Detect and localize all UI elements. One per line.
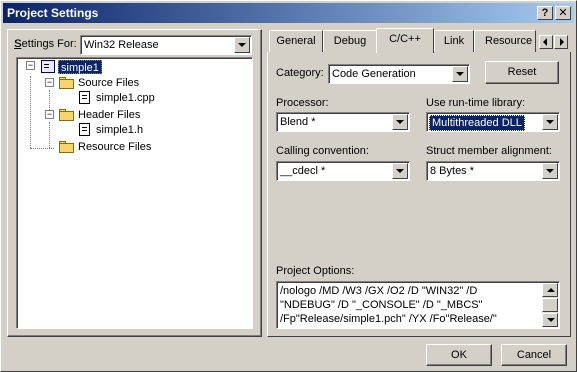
settings-for-value: Win32 Release — [84, 39, 159, 51]
chevron-down-icon[interactable] — [452, 66, 468, 82]
project-options-line: "NDEBUG" /D "_CONSOLE" /D "_MBCS" — [280, 299, 483, 311]
tree-item-root[interactable]: simple1 — [58, 60, 102, 74]
project-icon — [41, 60, 55, 73]
collapse-icon[interactable]: − — [45, 110, 54, 119]
processor-value: Blend * — [280, 116, 316, 128]
struct-alignment-label: Struct member alignment: — [426, 145, 552, 157]
tree-connector — [49, 122, 50, 148]
calling-convention-value: __cdecl * — [280, 165, 326, 177]
close-icon: ✕ — [558, 7, 568, 19]
chevron-down-icon[interactable] — [392, 163, 408, 179]
struct-alignment-value: 8 Bytes * — [430, 165, 475, 177]
tree-item-source-files[interactable]: Source Files — [78, 76, 139, 90]
tab-debug[interactable]: Debug — [323, 30, 377, 52]
chevron-down-icon[interactable] — [392, 114, 408, 130]
cpp-file-icon — [79, 91, 90, 104]
tree-item-simple1-h[interactable]: simple1.h — [96, 123, 143, 137]
scroll-thumb[interactable] — [542, 298, 558, 312]
tab-resource[interactable]: Resource — [474, 30, 536, 52]
tab-general[interactable]: General — [269, 30, 323, 52]
processor-label: Processor: — [276, 97, 329, 109]
reset-button[interactable]: Reset — [485, 61, 559, 84]
processor-combo[interactable]: Blend * — [276, 112, 410, 132]
chevron-down-icon — [547, 318, 555, 322]
settings-tree-panel: SSettings For: Win32 Release − simple1 −… — [7, 29, 262, 337]
tab-link[interactable]: Link — [434, 30, 474, 52]
help-button[interactable]: ? — [537, 6, 553, 20]
struct-alignment-combo[interactable]: 8 Bytes * — [426, 161, 560, 181]
tree-item-simple1-cpp[interactable]: simple1.cpp — [96, 91, 155, 105]
tab-cpp[interactable]: C/C++ — [376, 28, 434, 53]
folder-icon — [59, 141, 75, 153]
tree-item-header-files[interactable]: Header Files — [78, 108, 140, 122]
header-file-icon — [79, 123, 90, 136]
chevron-left-icon — [543, 38, 547, 46]
chevron-down-icon[interactable] — [542, 114, 558, 130]
project-options-label: Project Options: — [276, 265, 355, 277]
project-options-line: /Fp"Release/simple1.pch" /YX /Fo"Release… — [280, 313, 497, 325]
calling-convention-label: Calling convention: — [276, 145, 369, 157]
scroll-down-button[interactable] — [542, 313, 558, 327]
project-settings-dialog: Project Settings ? ✕ SSettings For: Win3… — [0, 0, 577, 372]
tab-scroll-left[interactable] — [539, 35, 553, 49]
settings-for-combo[interactable]: Win32 Release — [80, 35, 252, 55]
category-combo[interactable]: Code Generation — [328, 64, 470, 84]
ok-button[interactable]: OK — [426, 344, 492, 366]
settings-for-label: SSettings For: — [14, 38, 77, 50]
scroll-up-button[interactable] — [542, 283, 558, 297]
tree-connector — [30, 76, 31, 148]
folder-open-icon — [59, 109, 75, 121]
chevron-right-icon — [560, 38, 564, 46]
cpp-tab-page: Category: Code Generation Reset Processo… — [267, 52, 571, 337]
tree-item-resource-files[interactable]: Resource Files — [78, 140, 151, 154]
project-options-line: /nologo /MD /W3 /GX /O2 /D "WIN32" /D — [280, 285, 478, 297]
tree-connector — [30, 148, 54, 149]
folder-open-icon — [59, 77, 75, 89]
chevron-down-icon[interactable] — [234, 37, 250, 53]
collapse-icon[interactable]: − — [45, 78, 54, 87]
project-tree[interactable]: − simple1 − Source Files simple1.cpp − H… — [16, 57, 253, 329]
collapse-icon[interactable]: − — [26, 61, 35, 70]
runtime-library-combo[interactable]: Multithreaded DLL — [426, 112, 560, 132]
category-value: Code Generation — [332, 68, 416, 80]
chevron-down-icon[interactable] — [542, 163, 558, 179]
cancel-button[interactable]: Cancel — [501, 344, 567, 366]
calling-convention-combo[interactable]: __cdecl * — [276, 161, 410, 181]
window-title: Project Settings — [7, 6, 99, 20]
runtime-library-value: Multithreaded DLL — [429, 115, 525, 131]
category-label: Category: — [276, 67, 324, 79]
title-bar[interactable]: Project Settings ? ✕ — [3, 3, 574, 23]
project-options-textbox[interactable]: /nologo /MD /W3 /GX /O2 /D "WIN32" /D "N… — [276, 281, 560, 329]
project-options-text: /nologo /MD /W3 /GX /O2 /D "WIN32" /D "N… — [280, 284, 540, 326]
project-options-scrollbar[interactable] — [542, 283, 558, 327]
close-button[interactable]: ✕ — [555, 6, 571, 20]
tab-scroll-right[interactable] — [554, 35, 568, 49]
chevron-up-icon — [547, 288, 555, 292]
runtime-library-label: Use run-time library: — [426, 97, 526, 109]
